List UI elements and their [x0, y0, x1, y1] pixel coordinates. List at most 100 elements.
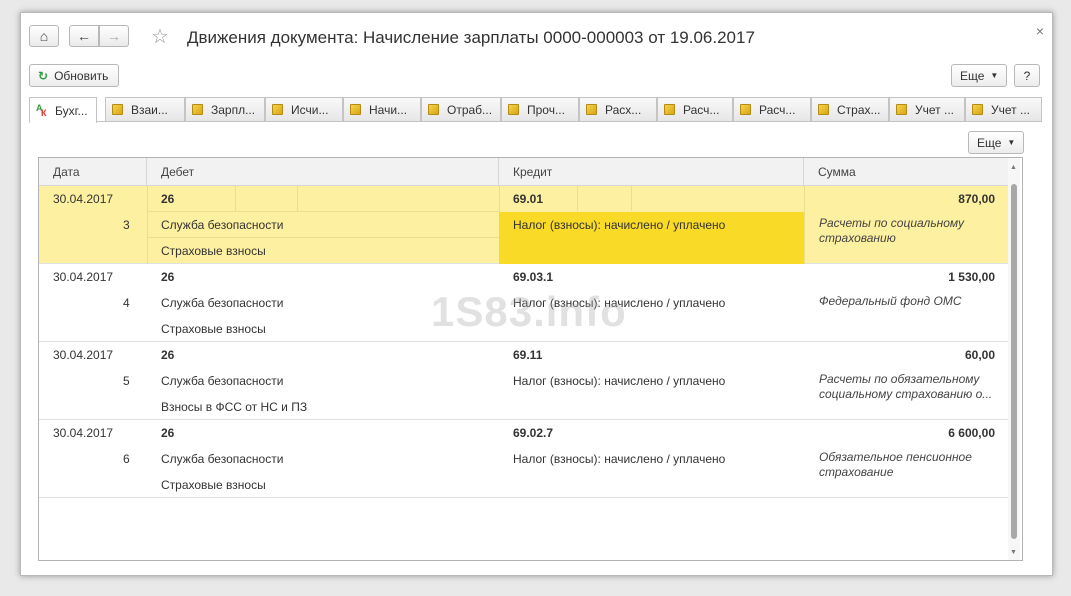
register-icon: [508, 104, 519, 115]
debit-account: 26: [161, 426, 175, 440]
help-button[interactable]: ?: [1014, 64, 1040, 87]
tab-settlements[interactable]: Взаи...: [105, 97, 185, 121]
accounting-register-icon: АК: [36, 103, 47, 118]
credit-account: 69.11: [513, 348, 543, 362]
home-icon: ⌂: [39, 28, 49, 44]
register-tabs: АК Бухг... Взаи... Зарпл... Исчи... Начи…: [29, 97, 1042, 123]
dropdown-arrow-icon: ▼: [1007, 138, 1016, 147]
credit-account: 69.03.1: [513, 270, 554, 284]
debit-account: 26: [161, 348, 175, 362]
debit-subconto-2: Взносы в ФСС от НС и ПЗ: [161, 400, 308, 414]
tab-label: Расх...: [605, 102, 642, 117]
close-icon[interactable]: ×: [1036, 23, 1044, 39]
forward-button[interactable]: →: [99, 25, 129, 47]
tab-salary[interactable]: Зарпл...: [185, 97, 265, 121]
tab-expenses[interactable]: Расх...: [579, 97, 657, 121]
tab-accounting-2[interactable]: Учет ...: [965, 97, 1042, 121]
register-icon: [664, 104, 675, 115]
table-row[interactable]: 30.04.2017 5 26 Служба безопасности Взно…: [39, 342, 1009, 420]
tab-label: Бухг...: [55, 103, 88, 118]
scrollbar-thumb[interactable]: [1011, 184, 1017, 539]
table-row[interactable]: 30.04.2017 3 26 Служба безопасности Стра…: [39, 186, 1009, 264]
register-icon: [818, 104, 829, 115]
register-icon: [586, 104, 597, 115]
debit-account: 26: [161, 270, 175, 284]
column-date[interactable]: Дата: [39, 158, 147, 186]
table-header: Дата Дебет Кредит Сумма: [39, 158, 1009, 186]
back-arrow-icon: ←: [77, 28, 91, 44]
tab-divider: [29, 121, 1042, 122]
entry-sum: 870,00: [958, 192, 995, 206]
row-date: 30.04.2017: [53, 270, 114, 284]
tab-label: Исчи...: [291, 102, 329, 117]
debit-subconto-1: Служба безопасности: [161, 452, 284, 466]
scroll-down-icon[interactable]: ▼: [1010, 549, 1017, 556]
table-row[interactable]: 30.04.2017 4 26 Служба безопасности Стра…: [39, 264, 1009, 342]
row-number: 6: [123, 452, 130, 466]
refresh-button[interactable]: ↻ Обновить: [29, 64, 119, 87]
refresh-label: Обновить: [54, 68, 109, 83]
scroll-up-icon[interactable]: ▲: [1010, 164, 1017, 171]
tab-other[interactable]: Проч...: [501, 97, 579, 121]
cell-separator: [631, 186, 632, 211]
debit-account: 26: [161, 192, 175, 206]
cell-separator: [147, 186, 148, 264]
tab-accounting-1[interactable]: Учет ...: [889, 97, 965, 121]
back-button[interactable]: ←: [69, 25, 99, 47]
cell-separator: [297, 186, 298, 211]
row-number: 3: [123, 218, 130, 232]
cell-separator: [577, 186, 578, 211]
favorite-star-icon[interactable]: ☆: [151, 24, 169, 49]
tab-label: Учет ...: [915, 102, 954, 117]
column-debit[interactable]: Дебет: [147, 158, 499, 186]
credit-account: 69.02.7: [513, 426, 554, 440]
row-date: 30.04.2017: [53, 192, 114, 206]
cell-separator: [804, 186, 805, 264]
row-date: 30.04.2017: [53, 348, 114, 362]
document-movements-window: ⌂ ← → ☆ Движения документа: Начисление з…: [20, 12, 1053, 576]
row-number: 4: [123, 296, 130, 310]
more-label: Еще: [960, 68, 985, 83]
tab-label: Страх...: [837, 102, 881, 117]
column-sum[interactable]: Сумма: [804, 158, 1009, 186]
debit-subconto-2: Страховые взносы: [161, 244, 266, 258]
entry-sum: 1 530,00: [948, 270, 995, 284]
credit-account: 69.01: [513, 192, 544, 206]
table-more-button[interactable]: Еще ▼: [968, 131, 1024, 154]
row-date: 30.04.2017: [53, 426, 114, 440]
register-icon: [272, 104, 283, 115]
debit-subconto-2: Страховые взносы: [161, 322, 266, 336]
row-number: 5: [123, 374, 130, 388]
tab-label: Отраб...: [447, 102, 493, 117]
more-button[interactable]: Еще ▼: [951, 64, 1007, 87]
tab-insurance[interactable]: Страх...: [811, 97, 889, 121]
entry-content: Расчеты по социальному страхованию: [819, 216, 964, 245]
tab-accounting[interactable]: АК Бухг...: [29, 97, 97, 123]
credit-subconto-1: Налог (взносы): начислено / уплачено: [513, 218, 726, 232]
tab-label: Расч...: [683, 102, 720, 117]
tab-calc-1[interactable]: Расч...: [657, 97, 733, 121]
cell-separator: [147, 237, 499, 238]
debit-subconto-1: Служба безопасности: [161, 374, 284, 388]
column-credit[interactable]: Кредит: [499, 158, 804, 186]
register-icon: [112, 104, 123, 115]
register-icon: [428, 104, 439, 115]
table-row[interactable]: 30.04.2017 6 26 Служба безопасности Стра…: [39, 420, 1009, 498]
credit-subconto-1: Налог (взносы): начислено / уплачено: [513, 374, 726, 388]
refresh-icon: ↻: [38, 68, 49, 83]
register-icon: [896, 104, 907, 115]
tab-calculated[interactable]: Исчи...: [265, 97, 343, 121]
tab-worked[interactable]: Отраб...: [421, 97, 501, 121]
tab-calc-2[interactable]: Расч...: [733, 97, 811, 121]
window-title: Движения документа: Начисление зарплаты …: [187, 28, 755, 47]
credit-subconto-1: Налог (взносы): начислено / уплачено: [513, 452, 726, 466]
tab-label: Начи...: [369, 102, 408, 117]
tab-accruals[interactable]: Начи...: [343, 97, 421, 121]
register-icon: [192, 104, 203, 115]
tab-label: Зарпл...: [211, 102, 256, 117]
home-button[interactable]: ⌂: [29, 25, 59, 47]
dropdown-arrow-icon: ▼: [990, 71, 999, 80]
register-icon: [350, 104, 361, 115]
debit-subconto-1: Служба безопасности: [161, 296, 284, 310]
vertical-scrollbar[interactable]: ▲ ▼: [1008, 158, 1020, 560]
